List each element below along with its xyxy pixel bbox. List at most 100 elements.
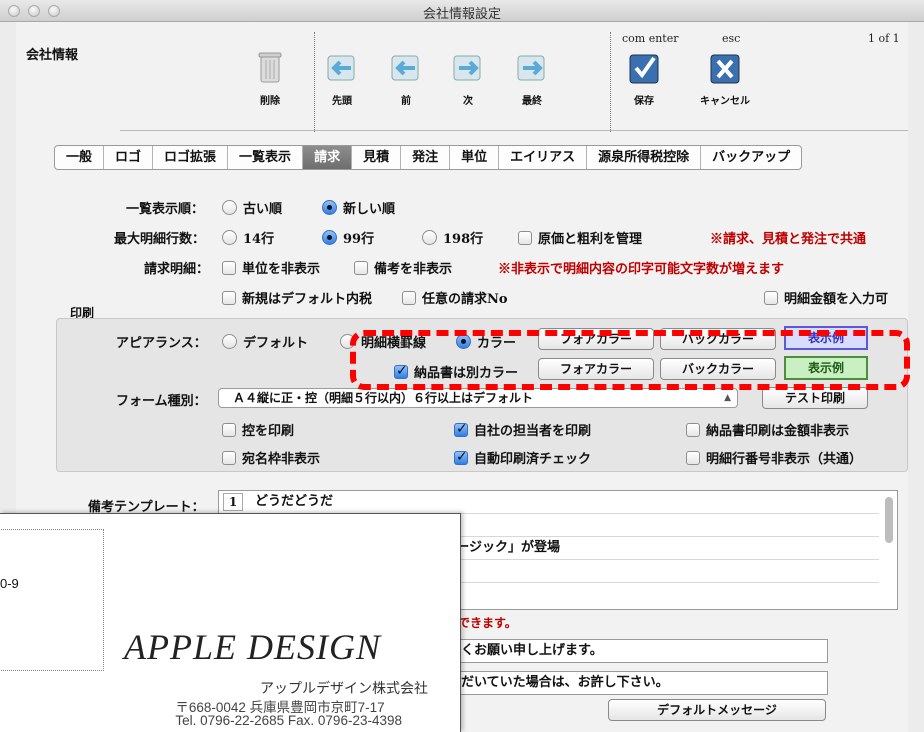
memo-row-text: どうだどうだ xyxy=(255,494,334,509)
next-label: 次 xyxy=(463,96,473,107)
app-window: 会社情報設定 会社情報 削除 先頭 前 次 最終 com enter esc 1… xyxy=(0,0,924,732)
rows-14-radio[interactable]: 14行 xyxy=(222,228,274,247)
max-rows-label: 最大明細行数： xyxy=(114,232,206,247)
tab-invoice[interactable]: 請求 xyxy=(303,146,353,169)
rows-198-label: 198行 xyxy=(443,232,484,247)
print-copy-label: 控を印刷 xyxy=(242,424,295,439)
hide-unit-checkbox[interactable]: 単位を非表示 xyxy=(222,258,320,277)
appearance-default-radio[interactable]: デフォルト xyxy=(222,332,308,351)
section-title: 会社情報 xyxy=(26,48,79,63)
save-label: 保存 xyxy=(634,96,654,107)
last-record-button[interactable]: 最終 xyxy=(502,50,562,107)
cancel-x-icon xyxy=(708,50,742,86)
esc-shortcut-hint: esc xyxy=(722,32,741,45)
form-type-value: Ａ４縦に正・控（明細５行以内）６行以上はデフォルト xyxy=(233,391,534,405)
highlight-annotation xyxy=(350,330,910,390)
company-name: アップルデザイン株式会社 xyxy=(260,681,428,697)
print-copy-checkbox[interactable]: 控を印刷 xyxy=(222,420,294,439)
header-divider xyxy=(120,130,908,131)
hide-line-numbers-checkbox[interactable]: 明細行番号非表示（共通） xyxy=(686,448,862,467)
first-label: 先頭 xyxy=(332,96,352,107)
radio-selected-icon xyxy=(322,230,337,245)
cancel-button[interactable]: キャンセル xyxy=(690,50,760,107)
rows-14-label: 14行 xyxy=(243,232,275,247)
first-arrow-icon xyxy=(325,50,359,86)
form-type-select[interactable]: Ａ４縦に正・控（明細５行以内）６行以上はデフォルト ▲▼ xyxy=(218,388,738,408)
delivery-hide-amount-label: 納品書印刷は金額非表示 xyxy=(706,424,850,439)
last-label: 最終 xyxy=(522,96,542,107)
next-record-button[interactable]: 次 xyxy=(438,50,498,107)
delivery-hide-amount-checkbox[interactable]: 納品書印刷は金額非表示 xyxy=(686,420,849,439)
default-message-button[interactable]: デフォルトメッセージ xyxy=(608,699,826,721)
tab-alias[interactable]: エイリアス xyxy=(499,146,588,169)
previous-label: 前 xyxy=(401,96,411,107)
print-own-staff-label: 自社の担当者を印刷 xyxy=(474,424,592,439)
tab-backup[interactable]: バックアップ xyxy=(701,146,801,169)
list-order-new-radio[interactable]: 新しい順 xyxy=(322,198,395,217)
list-order-old-radio[interactable]: 古い順 xyxy=(222,198,282,217)
tab-withholding-tax[interactable]: 源泉所得税控除 xyxy=(587,146,702,169)
print-own-staff-checkbox[interactable]: 自社の担当者を印刷 xyxy=(454,420,591,439)
allow-amount-input-checkbox[interactable]: 明細金額を入力可 xyxy=(764,288,888,307)
default-tax-included-checkbox[interactable]: 新規はデフォルト内税 xyxy=(222,288,372,307)
message-line-2[interactable]: いただいていた場合は、お許し下さい。 xyxy=(430,671,828,695)
tab-order[interactable]: 発注 xyxy=(401,146,451,169)
list-order-old-label: 古い順 xyxy=(243,202,283,217)
previous-arrow-icon xyxy=(389,50,423,86)
tab-unit[interactable]: 単位 xyxy=(450,146,500,169)
test-print-button[interactable]: テスト印刷 xyxy=(762,387,868,409)
tab-logo-extension[interactable]: ロゴ拡張 xyxy=(153,146,229,169)
appearance-default-label: デフォルト xyxy=(243,336,309,351)
checkbox-icon xyxy=(222,422,236,437)
hide-line-numbers-label: 明細行番号非表示（共通） xyxy=(706,452,863,467)
checkbox-checked-icon xyxy=(454,449,468,465)
save-check-icon xyxy=(627,50,661,86)
default-tax-label: 新規はデフォルト内税 xyxy=(242,292,373,307)
delete-label: 削除 xyxy=(260,96,280,107)
shared-setting-note: ※請求、見積と発注で共通 xyxy=(710,232,867,247)
hide-memo-label: 備考を非表示 xyxy=(374,262,453,277)
message-line-1[interactable]: ろしくお願い申し上げます。 xyxy=(430,639,828,663)
hide-unit-label: 単位を非表示 xyxy=(242,262,321,277)
trash-icon xyxy=(253,50,287,86)
form-type-label: フォーム種別： xyxy=(116,394,207,409)
select-arrows-icon: ▲▼ xyxy=(724,393,731,403)
radio-icon xyxy=(422,230,437,245)
tab-list-display[interactable]: 一覧表示 xyxy=(228,146,304,169)
enter-shortcut-hint: com enter xyxy=(622,32,679,45)
delete-button[interactable]: 削除 xyxy=(240,50,300,107)
hide-columns-note: ※非表示で明細内容の印字可能文字数が増えます xyxy=(498,262,785,277)
checkbox-checked-icon xyxy=(454,421,468,437)
memo-row[interactable]: 1 どうだどうだ xyxy=(219,491,879,514)
detail-label: 請求明細： xyxy=(144,262,210,277)
hide-memo-checkbox[interactable]: 備考を非表示 xyxy=(354,258,452,277)
title-bar: 会社情報設定 xyxy=(0,0,924,22)
save-button[interactable]: 保存 xyxy=(614,50,674,107)
next-arrow-icon xyxy=(451,50,485,86)
manage-cost-checkbox[interactable]: 原価と粗利を管理 xyxy=(518,228,642,247)
tab-general[interactable]: 一般 xyxy=(55,146,105,169)
auto-printed-check-checkbox[interactable]: 自動印刷済チェック xyxy=(454,448,591,467)
memo-scrollbar[interactable] xyxy=(885,497,893,543)
previous-record-button[interactable]: 前 xyxy=(376,50,436,107)
checkbox-icon xyxy=(686,450,700,465)
tab-logo[interactable]: ロゴ xyxy=(104,146,154,169)
checkbox-icon xyxy=(764,290,778,305)
list-order-label: 一覧表示順： xyxy=(126,202,205,217)
appearance-label: アピアランス： xyxy=(116,336,207,351)
company-address-block: 〒668-0042 兵庫県豊岡市京町7-17 Tel. 0796-22-2685… xyxy=(175,701,402,728)
tab-estimate[interactable]: 見積 xyxy=(352,146,402,169)
radio-icon xyxy=(222,334,237,349)
checkbox-icon xyxy=(686,422,700,437)
checkbox-icon xyxy=(402,290,416,305)
hide-address-frame-checkbox[interactable]: 宛名枠非表示 xyxy=(222,448,320,467)
checkbox-icon xyxy=(222,260,236,275)
rows-99-radio[interactable]: 99行 xyxy=(322,228,374,247)
checkbox-icon xyxy=(354,260,368,275)
any-invoice-no-checkbox[interactable]: 任意の請求No xyxy=(402,288,508,307)
radio-icon xyxy=(222,230,237,245)
toolbar-divider-2 xyxy=(610,32,611,132)
company-logo: APPLE DESIGN xyxy=(124,627,381,667)
first-record-button[interactable]: 先頭 xyxy=(312,50,372,107)
rows-198-radio[interactable]: 198行 xyxy=(422,228,483,247)
